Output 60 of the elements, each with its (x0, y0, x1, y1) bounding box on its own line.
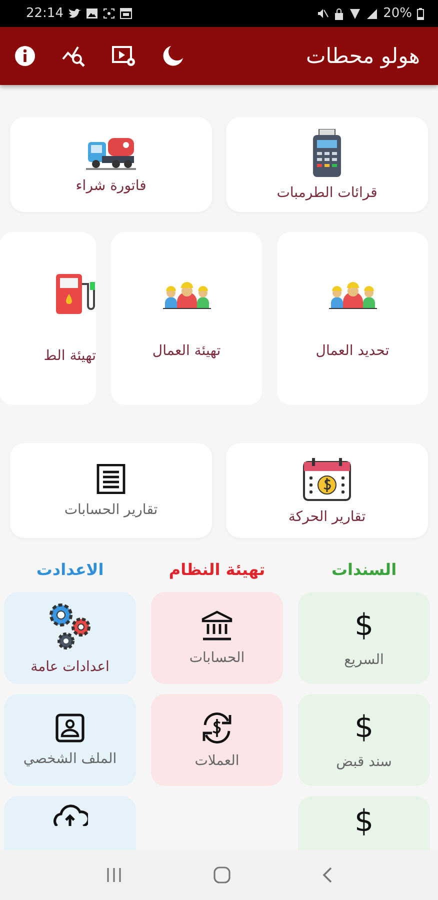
tile-label: تحديد العمال (316, 342, 390, 358)
tile-label: تهيئة الط (44, 348, 96, 364)
card-label: سند قبض (336, 754, 392, 770)
menu-tile[interactable]: تحديد العمال (277, 232, 428, 405)
dollar-sign: $ (354, 710, 374, 746)
receipt-icon (96, 464, 126, 494)
cloud-upload-icon (52, 804, 88, 826)
tile-label: قرائات الطرمبات (276, 184, 378, 200)
info-icon[interactable] (14, 45, 36, 67)
tile-label: تقارير الحركة (288, 508, 366, 524)
chart-search-icon[interactable] (62, 45, 86, 67)
tile-label: فاتورة شراء (76, 178, 146, 194)
calendar-coin-icon (302, 456, 352, 500)
tile-label: تهيئة العمال (152, 342, 221, 358)
signal-icon (366, 8, 378, 19)
moon-icon[interactable] (162, 45, 184, 67)
card-terminal-icon (312, 128, 342, 176)
card-label: العملات (194, 753, 240, 769)
menu-card[interactable]: $ سند قبض (298, 694, 430, 786)
battery-percentage: 20% (383, 6, 412, 21)
scan-icon (103, 8, 116, 19)
home-icon[interactable] (213, 866, 231, 884)
window-icon (120, 8, 132, 19)
back-icon[interactable] (321, 866, 333, 884)
menu-card[interactable]: الحسابات (151, 592, 283, 684)
menu-card[interactable]: $ (298, 796, 430, 850)
menu-card[interactable]: العملات (151, 694, 283, 786)
profile-icon (55, 713, 85, 743)
lock-icon (334, 8, 344, 20)
section-title: تهيئة النظام (168, 560, 266, 581)
dollar-sign: $ (354, 804, 374, 840)
recent-apps-icon[interactable] (105, 867, 123, 883)
section-title: السندات (330, 560, 398, 581)
bird-icon (68, 8, 82, 19)
currency-exchange-icon (200, 711, 234, 745)
menu-card[interactable]: الملف الشخصي (4, 694, 136, 786)
bank-icon (201, 610, 233, 642)
card-label: الملف الشخصي (23, 751, 117, 767)
video-settings-icon[interactable] (112, 45, 136, 67)
menu-tile[interactable]: تقارير الحركة (226, 443, 428, 538)
menu-tile[interactable]: تهيئة الط (0, 232, 96, 405)
app-title: هولو محطات (306, 44, 420, 68)
card-label: اعدادات عامة (30, 659, 110, 675)
section-title: الاعدادت (35, 560, 105, 581)
menu-card[interactable]: اعدادات عامة (4, 592, 136, 684)
tile-label: تقارير الحسابات (64, 502, 158, 518)
mute-icon (317, 8, 330, 19)
menu-tile[interactable]: تهيئة العمال (111, 232, 262, 405)
fuel-pump-icon (56, 274, 96, 314)
menu-tile[interactable]: قرائات الطرمبات (226, 117, 428, 212)
card-label: الحسابات (189, 650, 245, 666)
menu-card[interactable]: $ السريع (298, 592, 430, 684)
battery-icon (417, 8, 424, 20)
card-label: السريع (344, 652, 384, 668)
image-icon (86, 8, 98, 19)
tanker-truck-icon (86, 136, 136, 170)
clock: 22:14 (26, 6, 64, 21)
menu-tile[interactable]: تقارير الحسابات (10, 443, 212, 538)
menu-tile[interactable]: فاتورة شراء (10, 117, 212, 212)
dollar-sign: $ (354, 608, 374, 644)
